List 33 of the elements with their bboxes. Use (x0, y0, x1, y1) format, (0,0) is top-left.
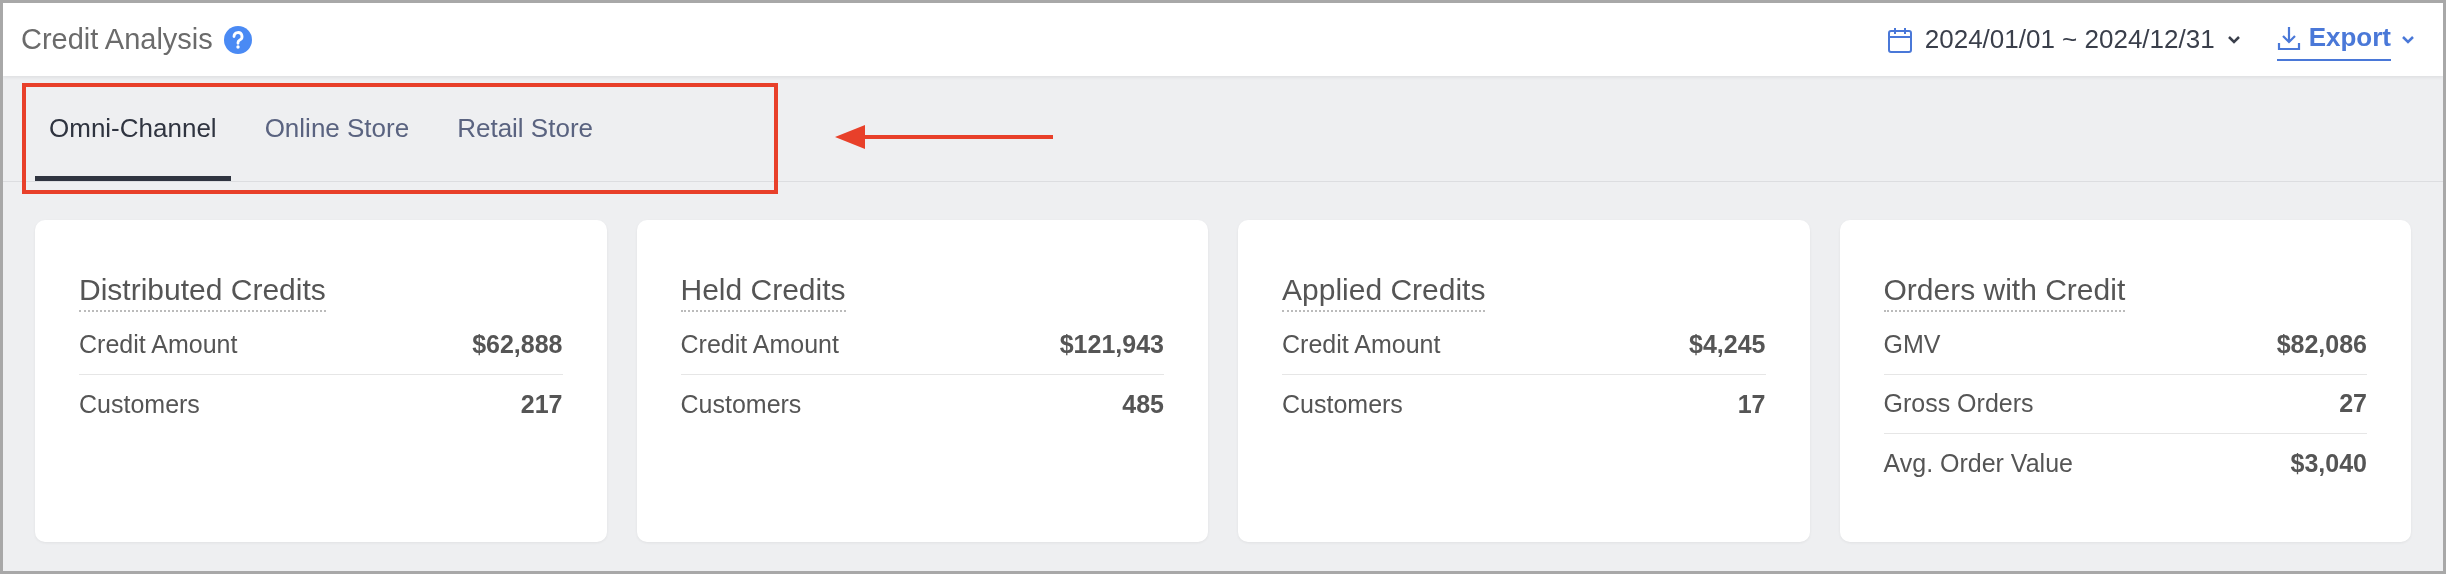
metric-value: $62,888 (472, 329, 563, 361)
metric-value: $3,040 (2290, 447, 2367, 479)
metric-value: 485 (1122, 388, 1164, 420)
metric-value: $4,245 (1689, 329, 1766, 361)
metric-label: Customers (680, 388, 802, 420)
metric-label: Customers (79, 388, 200, 420)
help-icon[interactable] (222, 24, 253, 55)
metric-label: Customers (1282, 388, 1403, 420)
card-title: Distributed Credits (79, 270, 326, 312)
metric-value: 17 (1737, 388, 1766, 420)
channel-tab[interactable]: Online Store (250, 81, 424, 181)
metric-value: 27 (2339, 388, 2367, 420)
card-title: Orders with Credit (1883, 270, 2126, 312)
calendar-icon (1886, 25, 1913, 54)
card-title: Held Credits (680, 270, 846, 312)
export-button[interactable]: Export (2276, 18, 2415, 61)
metric-label: GMV (1883, 329, 1941, 361)
metric-label: Avg. Order Value (1883, 447, 2073, 479)
chevron-down-icon (2401, 34, 2415, 45)
page-title: Credit Analysis (21, 21, 213, 57)
channel-tab[interactable]: Retail Store (443, 81, 607, 181)
metric-label: Gross Orders (1883, 388, 2034, 420)
metric-label: Credit Amount (680, 329, 839, 361)
metric-value: $121,943 (1059, 329, 1164, 361)
metric-value: $82,086 (2276, 329, 2367, 361)
date-range-picker[interactable]: 2024/01/01 ~ 2024/12/31 (1886, 20, 2241, 59)
card-title: Applied Credits (1282, 270, 1486, 312)
metric-label: Credit Amount (79, 329, 238, 361)
channel-tab[interactable]: Omni-Channel (35, 81, 231, 181)
metric-value: 217 (520, 388, 563, 420)
metric-label: Credit Amount (1282, 329, 1441, 361)
download-icon (2276, 24, 2301, 51)
chevron-down-icon (2226, 34, 2241, 45)
